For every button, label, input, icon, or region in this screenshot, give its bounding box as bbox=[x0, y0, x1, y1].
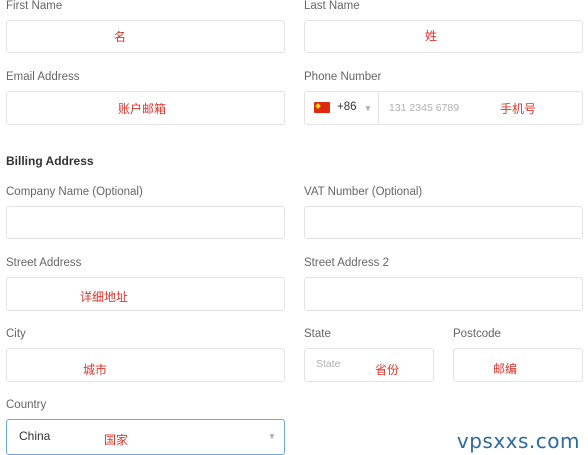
state-placeholder: State bbox=[316, 358, 341, 370]
street-annotation: 详细地址 bbox=[80, 290, 129, 304]
company-label: Company Name (Optional) bbox=[6, 186, 143, 198]
country-value: China bbox=[19, 429, 51, 443]
phone-divider bbox=[378, 92, 379, 124]
city-label: City bbox=[6, 328, 26, 340]
first-name-label: First Name bbox=[6, 0, 63, 12]
city-annotation: 城市 bbox=[83, 363, 108, 377]
country-label: Country bbox=[6, 399, 47, 411]
last-name-label: Last Name bbox=[304, 0, 360, 12]
chevron-down-icon[interactable]: ▼ bbox=[364, 104, 372, 113]
street-label: Street Address bbox=[6, 257, 82, 269]
state-label: State bbox=[304, 328, 331, 340]
email-annotation: 账户邮箱 bbox=[118, 102, 167, 116]
street2-input[interactable] bbox=[304, 277, 583, 311]
last-name-input[interactable] bbox=[304, 20, 583, 53]
street-input[interactable] bbox=[6, 277, 285, 311]
country-code-selector[interactable]: +86 bbox=[337, 101, 357, 113]
company-input[interactable] bbox=[6, 206, 285, 239]
first-name-annotation: 名 bbox=[114, 30, 127, 44]
street2-label: Street Address 2 bbox=[304, 257, 390, 269]
phone-placeholder: 131 2345 6789 bbox=[389, 102, 460, 114]
city-input[interactable] bbox=[6, 348, 285, 382]
postcode-input[interactable] bbox=[453, 348, 583, 382]
chevron-down-icon[interactable]: ▼ bbox=[268, 432, 276, 441]
vat-label: VAT Number (Optional) bbox=[304, 186, 423, 198]
postcode-annotation: 邮编 bbox=[493, 362, 518, 376]
phone-label: Phone Number bbox=[304, 71, 382, 83]
phone-annotation: 手机号 bbox=[500, 102, 537, 116]
last-name-annotation: 姓 bbox=[425, 29, 438, 43]
vat-input[interactable] bbox=[304, 206, 583, 239]
postcode-label: Postcode bbox=[453, 328, 501, 340]
first-name-input[interactable] bbox=[6, 20, 285, 53]
china-flag-icon bbox=[314, 102, 330, 113]
email-label: Email Address bbox=[6, 71, 80, 83]
country-annotation: 国家 bbox=[104, 433, 129, 447]
state-annotation: 省份 bbox=[375, 363, 400, 377]
billing-address-heading: Billing Address bbox=[6, 154, 94, 168]
watermark: vpsxxs.com bbox=[456, 429, 580, 453]
